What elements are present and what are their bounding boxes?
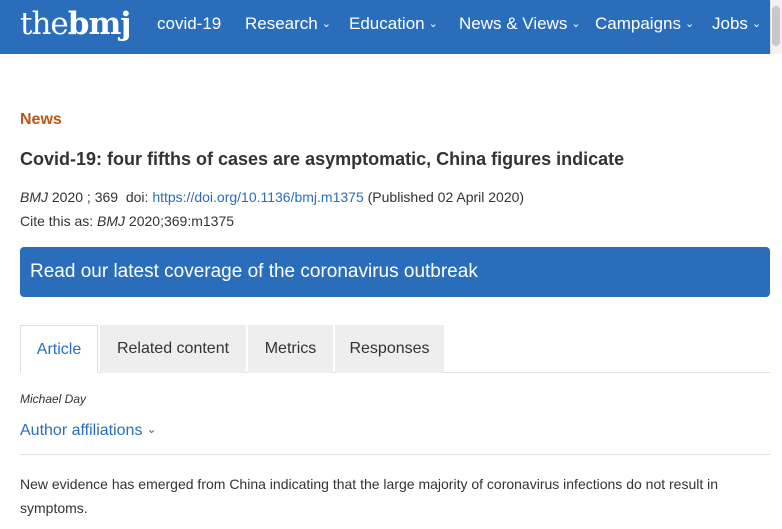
article-title: Covid-19: four fifths of cases are asymp… — [20, 149, 625, 169]
tab-related-content[interactable]: Related content — [100, 325, 246, 373]
nav-item-education[interactable]: Education ⌄ — [349, 0, 438, 48]
nav-item-campaigns[interactable]: Campaigns ⌄ — [595, 0, 694, 48]
nav-item-label: covid-19 — [157, 14, 222, 33]
citation-line: BMJ 2020 ; 369 doi: https://doi.org/10.1… — [20, 189, 524, 205]
nav-item-label: Campaigns — [595, 14, 681, 33]
chevron-down-icon: ⌄ — [685, 18, 695, 30]
nav-item-news-views[interactable]: News & Views ⌄ — [459, 0, 581, 48]
nav-item-label: Jobs — [712, 14, 748, 33]
nav-item-covid19[interactable]: covid-19 — [157, 0, 221, 48]
content-divider — [20, 454, 770, 455]
article-body-paragraph: New evidence has emerged from China indi… — [20, 476, 719, 516]
section-label: News — [20, 111, 62, 128]
journal-name: BMJ — [20, 189, 48, 205]
tab-responses[interactable]: Responses — [335, 325, 444, 373]
bmj-logo[interactable]: thebmj — [20, 4, 132, 44]
tab-article[interactable]: Article — [20, 325, 98, 373]
author-name: Michael Day — [20, 392, 87, 406]
logo-text-the: the — [20, 6, 69, 42]
coronavirus-coverage-banner[interactable]: Read our latest coverage of the coronavi… — [20, 247, 770, 297]
cite-journal: BMJ — [97, 213, 126, 229]
nav-item-label: News & Views — [459, 14, 568, 33]
tab-metrics[interactable]: Metrics — [248, 325, 333, 373]
chevron-down-icon: ⌄ — [146, 422, 157, 436]
cite-this-as: Cite this as: BMJ 2020;369:m1375 — [20, 213, 234, 229]
scrollbar[interactable] — [770, 0, 782, 54]
year-volume: 2020 ; 369 doi: — [48, 189, 153, 205]
cite-prefix: Cite this as: — [20, 213, 98, 229]
affiliations-label: Author affiliations — [20, 422, 143, 439]
published-date: (Published 02 April 2020) — [363, 189, 525, 205]
nav-item-label: Research — [245, 14, 318, 33]
doi-link[interactable]: https://doi.org/10.1136/bmj.m1375 — [152, 189, 363, 205]
scrollbar-thumb[interactable] — [772, 6, 780, 46]
logo-text-bmj: bmj — [67, 6, 132, 42]
chevron-down-icon: ⌄ — [571, 18, 581, 30]
author-affiliations-toggle[interactable]: Author affiliations ⌄ — [20, 422, 157, 440]
nav-item-research[interactable]: Research ⌄ — [245, 0, 331, 48]
nav-item-label: Education — [349, 14, 425, 33]
chevron-down-icon: ⌄ — [751, 18, 762, 30]
chevron-down-icon: ⌄ — [321, 18, 331, 30]
chevron-down-icon: ⌄ — [428, 18, 438, 30]
cite-reference: 2020;369:m1375 — [125, 213, 235, 229]
nav-item-jobs[interactable]: Jobs ⌄ — [712, 0, 761, 48]
top-navigation-bar: thebmj covid-19 Research ⌄ Education ⌄ New… — [0, 0, 782, 54]
